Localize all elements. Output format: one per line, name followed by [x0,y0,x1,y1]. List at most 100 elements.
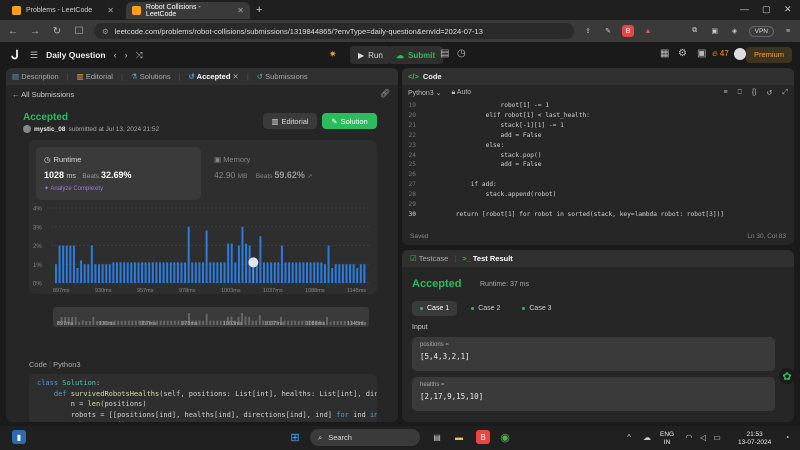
layout-icon[interactable]: ▦ [660,48,669,59]
browser-tab-robot-collisions[interactable]: Robot Collisions - LeetCode ✕ [126,2,250,19]
all-submissions-link[interactable]: ← All Submissions [12,90,74,99]
clock[interactable]: 21:53 13-07-2024 [738,431,771,447]
code-line[interactable]: 29 [402,200,794,210]
battery-icon[interactable]: ▭ [710,430,724,444]
solution-button[interactable]: ✎ Solution [322,113,377,129]
auto-mode[interactable]: 🔒︎ Auto [452,89,472,97]
url-bar[interactable]: ⚙ leetcode.com/problems/robot-collisions… [94,23,574,39]
timer-icon[interactable]: ◷ [457,48,466,59]
edit-icon[interactable]: ✎ [602,25,614,37]
close-window-icon[interactable]: ✕ [784,4,792,15]
runtime-distribution-chart[interactable]: 4% 3% 2% 1% 0% 897ms 930ms 957ms 978ms 1003ms 1037… [29,140,377,330]
tab-accepted[interactable]: ↺ Accepted ✕ [189,72,239,81]
code-line[interactable]: 26 [402,170,794,180]
stats-box: ◷ Runtime 1028 ms Beats 32.69% ✦ Analyze C… [29,140,377,327]
reload-icon[interactable]: ↻ [50,26,64,37]
tab-solutions[interactable]: ⚗ Solutions [131,72,171,81]
daily-calendar-icon[interactable]: ▣ [697,48,706,59]
code-line[interactable]: 25 add = False [402,160,794,170]
cloud-icon[interactable]: ☁ [640,430,654,444]
assistant-icon[interactable]: ✿ [779,368,795,384]
healths-field[interactable]: healths = [2,17,9,15,10] [412,377,775,411]
case-tab-2[interactable]: Case 2 [463,301,508,316]
brave-browser-icon[interactable]: B [476,430,490,444]
tab-testcase[interactable]: ☑ Testcase [410,254,448,263]
submitter-name[interactable]: mystic_08 [34,126,65,133]
close-icon[interactable]: ✕ [107,6,114,15]
format-icon[interactable]: ≡ [724,89,728,96]
notification-bell-icon[interactable]: ◔ [780,430,794,444]
code-line[interactable]: 23 else: [402,141,794,151]
language-select[interactable]: Python3 ⌄ [408,89,442,97]
line-number: 25 [408,161,416,169]
chrome-icon[interactable]: ◉ [498,430,512,444]
share-icon[interactable]: ⇪ [582,25,594,37]
close-icon[interactable]: ✕ [237,6,244,15]
code-line[interactable]: 30 return [robot[1] for robot in sorted(… [402,210,794,220]
fullscreen-icon[interactable]: ⤢ [782,89,788,97]
code-line[interactable]: 21 stack[-1][1] -= 1 [402,121,794,131]
brave-rewards-icon[interactable]: ▲ [642,25,654,37]
bookmark-icon[interactable]: ☐ [72,26,86,37]
link-icon[interactable]: 🔗︎ [380,89,390,98]
tab-editorial[interactable]: ▥ Editorial [77,72,113,81]
code-line[interactable]: 20 elif robot[1] < last_health: [402,111,794,121]
debug-icon[interactable]: ✷ [329,49,337,60]
line-text: return [robot[1] for robot in sorted(sta… [426,210,725,218]
shuffle-icon[interactable]: ⤨ [136,50,143,61]
menu-icon[interactable]: ≡ [782,25,794,37]
wifi-icon[interactable]: ◠ [682,430,696,444]
tray-chevron-icon[interactable]: ^ [622,430,636,444]
code-line[interactable]: 27 if add: [402,180,794,190]
reset-icon[interactable]: ↺ [767,89,773,97]
run-button[interactable]: ▶ Run [350,46,391,64]
settings-icon[interactable]: ⚙ [678,48,687,59]
tab-test-result[interactable]: >_ Test Result [462,254,513,263]
new-tab-button[interactable]: + [256,4,262,16]
site-info-icon[interactable]: ⚙ [102,27,109,36]
editorial-button[interactable]: ▥ Editorial [263,113,317,129]
premium-button[interactable]: Premium [745,47,792,63]
positions-field[interactable]: positions = [5,4,3,2,1] [412,337,775,371]
vpn-shield-icon[interactable]: ◈ [729,25,741,37]
chevron-left-icon[interactable]: ‹ [114,50,117,60]
tab-description[interactable]: ▤ Description [12,72,59,81]
brave-shield-icon[interactable]: B [622,25,634,37]
code-preview[interactable]: class Solution: def survivedRobotsHealth… [29,374,377,422]
avatar[interactable] [734,48,746,60]
file-explorer-icon[interactable]: ▬ [452,430,466,444]
weather-widget-icon[interactable]: ▮ [12,430,26,444]
bookmark-icon[interactable]: ⎕ [738,89,742,97]
chevron-right-icon[interactable]: › [125,50,128,60]
notes-icon[interactable]: ▤ [440,48,449,59]
browser-tab-problems[interactable]: Problems - LeetCode ✕ [6,2,120,19]
wallet-icon[interactable]: ▣ [709,25,721,37]
editor-code-area[interactable]: 19 robot[1] -= 1 20 elif robot[1] < last_… [402,101,794,220]
start-windows-icon[interactable]: ⊞ [288,430,302,444]
task-view-icon[interactable]: ▤ [430,430,444,444]
submit-button[interactable]: ☁ Submit [388,46,444,64]
test-panel-tabs: ☑ Testcase | >_ Test Result [402,250,794,267]
vpn-button[interactable]: VPN [748,25,774,37]
taskbar-search[interactable]: ⌕ Search [310,429,420,446]
list-icon[interactable]: ☰ [30,50,38,61]
daily-question-title[interactable]: Daily Question [46,50,106,60]
extensions-icon[interactable]: ⧉ [689,25,701,37]
braces-icon[interactable]: {} [752,89,757,96]
minimize-icon[interactable]: — [740,4,749,14]
code-line[interactable]: 24 stack.pop() [402,151,794,161]
code-line[interactable]: 28 stack.append(robot) [402,190,794,200]
streak-counter[interactable]: 🔥︎ 47 [712,49,729,59]
maximize-icon[interactable]: ▢ [762,4,771,15]
code-line[interactable]: 22 add = False [402,131,794,141]
language-indicator[interactable]: ENG IN [660,431,674,447]
tab-submissions[interactable]: ↺ Submissions [257,72,308,81]
volume-icon[interactable]: ◁ [696,430,710,444]
my-submission-marker [248,257,259,268]
case-tab-1[interactable]: Case 1 [412,301,458,316]
leetcode-logo-icon[interactable]: ᒍ [8,48,22,62]
back-arrow-icon[interactable]: ← [6,26,20,37]
forward-arrow-icon[interactable]: → [28,26,42,37]
case-tab-3[interactable]: Case 3 [514,301,559,316]
code-line[interactable]: 19 robot[1] -= 1 [402,101,794,111]
